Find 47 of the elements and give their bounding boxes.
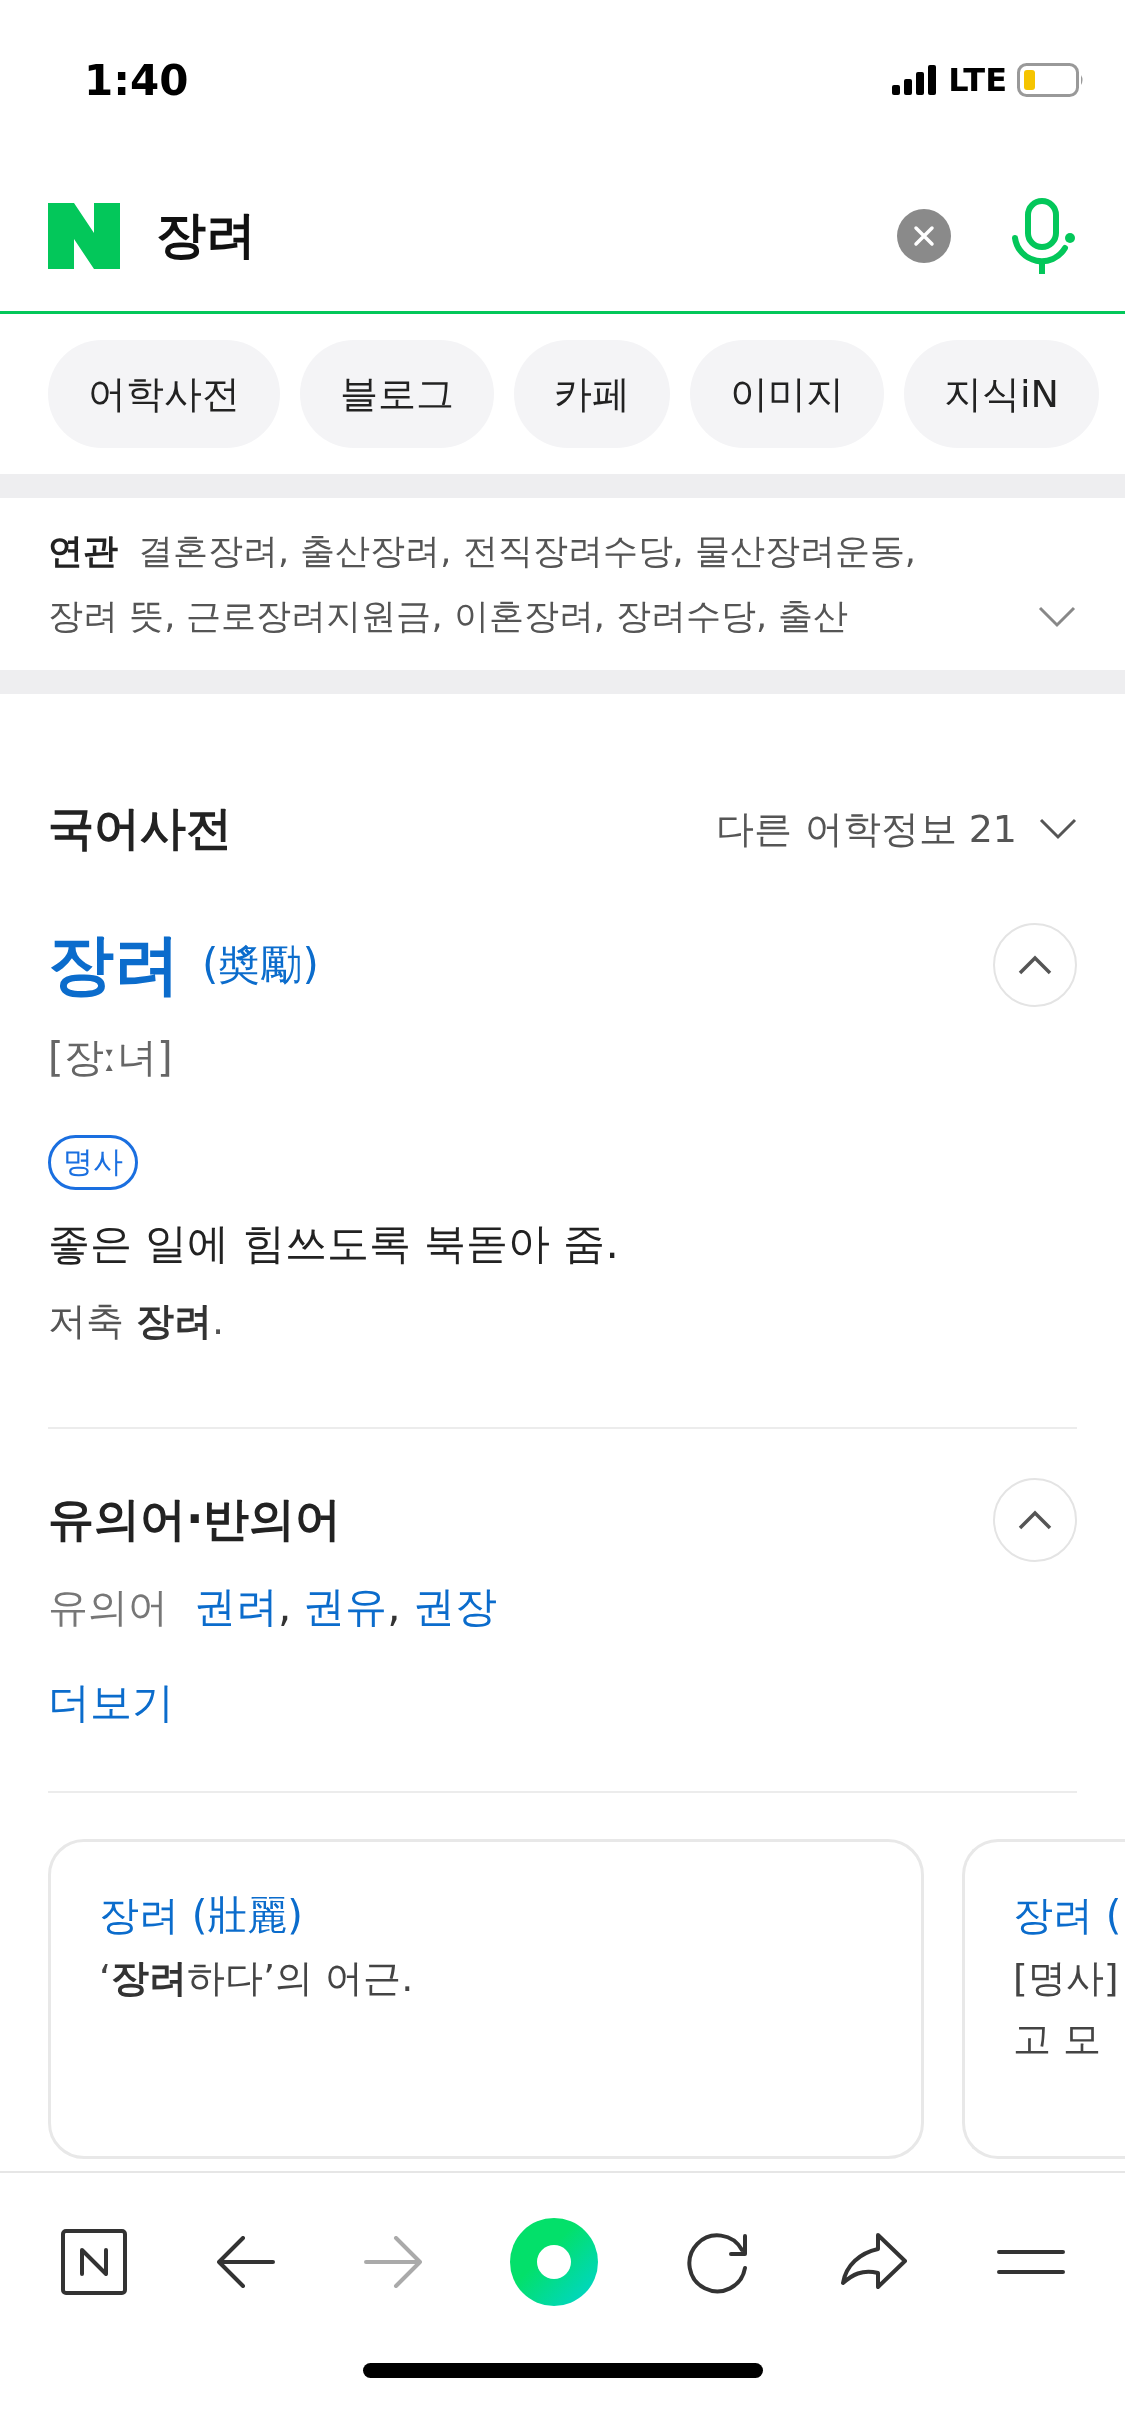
synonym-link[interactable]: 권유 bbox=[303, 1582, 388, 1631]
card-text: 고 모 bbox=[1013, 2016, 1102, 2063]
card-title[interactable]: 장려 (壯麗) bbox=[99, 1888, 303, 1943]
category-tab[interactable]: 어학사전 bbox=[48, 340, 280, 448]
chevron-up-icon bbox=[1018, 955, 1052, 975]
synonym-link[interactable]: 권장 bbox=[412, 1582, 497, 1631]
chevron-down-icon[interactable] bbox=[1039, 818, 1077, 840]
network-label: LTE bbox=[948, 61, 1007, 99]
signal-icon bbox=[892, 65, 939, 95]
menu-icon[interactable] bbox=[996, 2250, 1065, 2274]
close-icon bbox=[912, 223, 936, 248]
category-tab[interactable]: 블로그 bbox=[300, 340, 494, 448]
entry-word[interactable]: 장려 bbox=[48, 920, 180, 1010]
definition: 좋은 일에 힘쓰도록 북돋아 줌. bbox=[48, 1218, 620, 1270]
chevron-down-icon[interactable] bbox=[1037, 604, 1077, 629]
entry-card[interactable]: 장려 (壯麗) ‘장려하다’의 어근. bbox=[48, 1839, 924, 2159]
more-link[interactable]: 더보기 bbox=[48, 1678, 174, 1727]
related-searches[interactable]: 장려 뜻, 근로장려지원금, 이혼장려, 장려수당, 출산 bbox=[48, 593, 849, 640]
card-text: [명사] bbox=[1013, 1955, 1119, 2002]
clear-button[interactable] bbox=[897, 208, 951, 263]
synonym-link[interactable]: 권려 bbox=[194, 1582, 278, 1631]
related-searches[interactable]: 결혼장려, 출산장려, 전직장려수당, 물산장려운동, bbox=[138, 528, 916, 575]
chevron-up-icon bbox=[1018, 1510, 1052, 1530]
category-tab[interactable]: 이미지 bbox=[690, 340, 884, 448]
separator: , bbox=[387, 1582, 401, 1631]
section-title: 국어사전 bbox=[48, 800, 232, 857]
card-text: ‘장려하다’의 어근. bbox=[99, 1955, 414, 2002]
search-field[interactable]: 장려 bbox=[156, 202, 897, 269]
status-time: 1:40 bbox=[84, 55, 189, 105]
synonym-label: 유의어 bbox=[48, 1583, 168, 1632]
naver-home-icon[interactable] bbox=[60, 2228, 128, 2296]
category-tab[interactable]: 카페 bbox=[514, 340, 670, 448]
entry-card[interactable]: 장려 ( [명사] 고 모 bbox=[962, 1839, 1125, 2159]
naver-logo-icon bbox=[48, 202, 120, 269]
battery-icon bbox=[1017, 63, 1085, 97]
back-arrow-icon[interactable] bbox=[216, 2236, 275, 2288]
part-of-speech-tag: 명사 bbox=[48, 1135, 138, 1190]
separator: , bbox=[278, 1582, 292, 1631]
category-tab[interactable]: 지식iN bbox=[904, 340, 1099, 448]
share-icon[interactable] bbox=[840, 2233, 909, 2291]
card-title[interactable]: 장려 ( bbox=[1013, 1888, 1122, 1943]
example-sentence: 저축 장려. bbox=[48, 1298, 226, 1345]
other-dictionary-link[interactable]: 다른 어학정보 21 bbox=[716, 803, 1017, 855]
synonyms-title: 유의어·반의어 bbox=[48, 1491, 342, 1548]
entry-hanja[interactable]: (奬勵) bbox=[202, 937, 319, 993]
related-label: 연관 bbox=[48, 530, 118, 573]
pronunciation: [장ː녀] bbox=[48, 1033, 174, 1082]
